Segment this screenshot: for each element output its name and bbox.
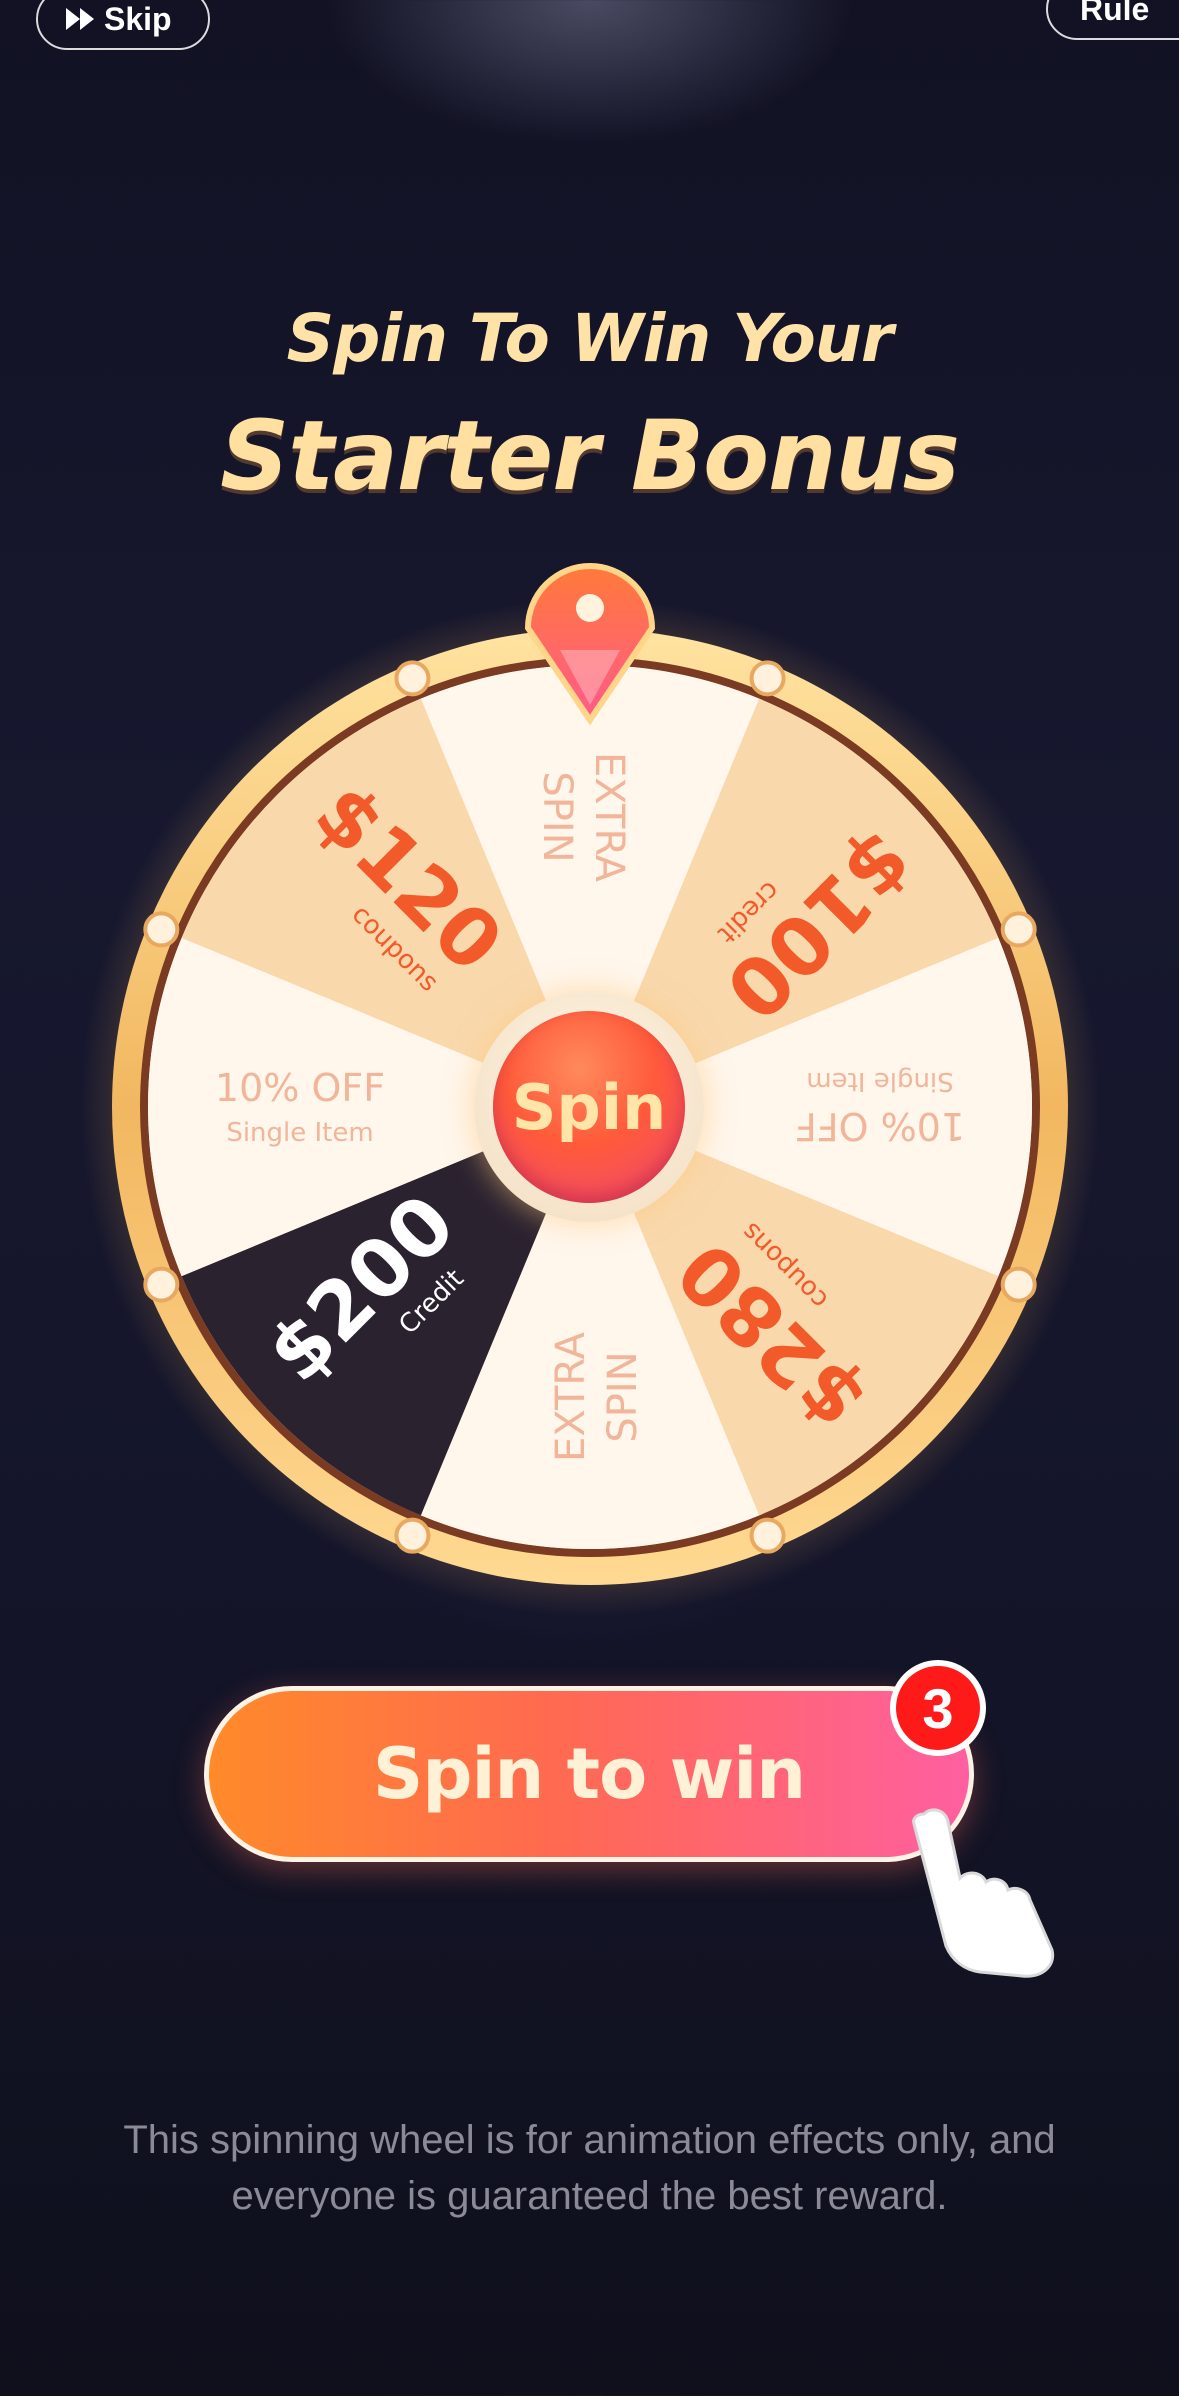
wheel-segment-main: EXTRA (586, 752, 632, 883)
wheel-segment-sub: SPIN (534, 771, 580, 862)
spin-to-win-label: Spin to win (372, 1733, 806, 1815)
rim-bulb (1000, 1266, 1037, 1303)
title-line-1: Spin To Win Your (286, 300, 894, 377)
rim-bulb (143, 1266, 180, 1303)
rule-button[interactable]: Rule (1046, 0, 1179, 40)
skip-button[interactable]: Skip (36, 0, 210, 50)
disclaimer-text: This spinning wheel is for animation eff… (123, 2118, 1056, 2218)
wheel-segment-label: 10% OFF Single Item (795, 1066, 965, 1148)
wheel-segment-main: 10% OFF (215, 1066, 385, 1110)
rim-bulb (1000, 911, 1037, 948)
wheel-segment-main: EXTRA (548, 1331, 594, 1462)
rim-bulb (394, 1517, 431, 1554)
rim-bulb (749, 1517, 786, 1554)
rim-bulb (749, 660, 786, 697)
rim-bulb (394, 660, 431, 697)
rule-label: Rule (1080, 0, 1150, 27)
title-line-2: Starter Bonus (220, 400, 960, 512)
fast-forward-icon (66, 8, 94, 30)
wheel-segment-sub: SPIN (600, 1351, 646, 1442)
rim-bulb (143, 911, 180, 948)
spin-to-win-button[interactable]: Spin to win (204, 1686, 974, 1862)
wheel-spin-label: Spin (493, 1011, 685, 1203)
pointing-hand-icon (912, 1808, 1055, 1978)
wheel-segment-label: 10% OFF Single Item (215, 1066, 385, 1148)
wheel-segment-main: 10% OFF (795, 1104, 965, 1148)
wheel-segment-sub: Single Item (806, 1066, 953, 1096)
skip-label: Skip (104, 0, 172, 37)
wheel-segment-sub: Single Item (226, 1118, 373, 1148)
wheel-spin-button[interactable]: Spin (474, 992, 704, 1222)
spins-remaining-badge: 3 (890, 1660, 986, 1756)
